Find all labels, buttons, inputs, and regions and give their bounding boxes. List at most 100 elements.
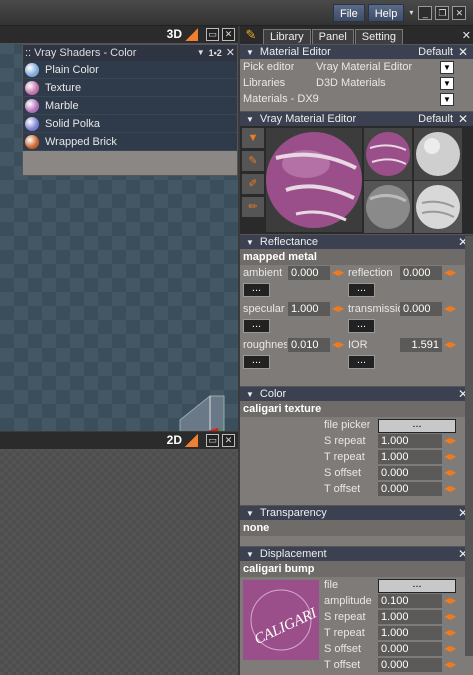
reflection-value[interactable]: 0.000: [400, 266, 442, 280]
pick-icon[interactable]: ✎: [242, 151, 264, 171]
reflection-spinner-icon[interactable]: ◀▶: [444, 266, 456, 279]
material-preview-thumb[interactable]: [414, 181, 462, 233]
libraries-label: Libraries: [243, 77, 286, 89]
ior-spinner-icon[interactable]: ◀▶: [444, 338, 456, 351]
material-editor-close-icon[interactable]: ✕: [458, 45, 468, 60]
vray-editor-header[interactable]: ▼ Vray Material Editor Default ✕: [240, 111, 473, 126]
shader-list-item[interactable]: Marble: [23, 97, 237, 115]
t-offset-spinner-icon[interactable]: ◀▶: [444, 482, 456, 495]
shader-list-item[interactable]: Plain Color: [23, 61, 237, 79]
shader-panel-title[interactable]: :: Vray Shaders - Color ▼ 1•2 ✕: [23, 45, 237, 61]
t-repeat-spinner-icon[interactable]: ◀▶: [444, 450, 456, 463]
displacement-header[interactable]: ▼ Displacement ✕: [240, 546, 473, 561]
vray-editor-close-icon[interactable]: ✕: [458, 112, 468, 127]
s-repeat-spinner-icon[interactable]: ◀▶: [444, 434, 456, 447]
shader-list-item[interactable]: Texture: [23, 79, 237, 97]
tab-setting[interactable]: Setting: [354, 29, 404, 44]
viewport-2d[interactable]: 2D ▭ ✕: [0, 432, 238, 675]
shader-list-item[interactable]: Solid Polka: [23, 115, 237, 133]
tool-icon[interactable]: ✎: [240, 26, 262, 44]
s-repeat-value[interactable]: 1.000: [378, 434, 442, 448]
libraries-dropdown-icon[interactable]: ▼: [440, 77, 454, 90]
shader-list-item[interactable]: Wrapped Brick: [23, 133, 237, 151]
displacement-file-button[interactable]: ...: [378, 579, 456, 593]
tabs-close-icon[interactable]: ✕: [462, 29, 471, 42]
viewport-3d-close-button[interactable]: ✕: [222, 28, 235, 41]
material-editor-mode[interactable]: Default: [418, 45, 453, 60]
reflection-map-button[interactable]: ...: [348, 283, 375, 297]
ior-value[interactable]: 1.591: [400, 338, 442, 352]
roughness-map-button[interactable]: ...: [243, 355, 270, 369]
specular-spinner-icon[interactable]: ◀▶: [332, 302, 344, 315]
vray-editor-mode[interactable]: Default: [418, 112, 453, 127]
viewport-2d-maximize-button[interactable]: ▭: [206, 434, 219, 447]
color-title: Color: [259, 388, 287, 400]
shader-panel-close-icon[interactable]: ✕: [226, 45, 235, 61]
viewport-corner-icon[interactable]: [185, 28, 198, 41]
reflectance-header[interactable]: ▼ Reflectance ✕: [240, 234, 473, 249]
transmission-spinner-icon[interactable]: ◀▶: [444, 302, 456, 315]
material-set-value[interactable]: Materials - DX9: [243, 93, 319, 105]
viewport-3d[interactable]: 3D ▭ ✕ :: Vray Shaders - Color ▼ 1•2 ✕ P…: [0, 26, 238, 431]
ambient-map-button[interactable]: ...: [243, 283, 270, 297]
tab-library[interactable]: Library: [263, 29, 311, 44]
transmission-map-button[interactable]: ...: [348, 319, 375, 333]
file-menu[interactable]: File: [333, 4, 365, 22]
shader-item-label: Solid Polka: [45, 117, 101, 130]
roughness-value[interactable]: 0.010: [288, 338, 330, 352]
main-material-preview[interactable]: [266, 128, 362, 232]
transmission-label: transmissio: [348, 303, 400, 315]
shader-panel-badge[interactable]: 1•2: [209, 45, 222, 61]
t-repeat-value[interactable]: 1.000: [378, 450, 442, 464]
disp-t-repeat-spinner-icon[interactable]: ◀▶: [444, 626, 456, 639]
disp-s-repeat-value[interactable]: 1.000: [378, 610, 442, 624]
eyedropper-icon[interactable]: ✐: [242, 174, 264, 194]
t-offset-value[interactable]: 0.000: [378, 482, 442, 496]
disp-t-offset-spinner-icon[interactable]: ◀▶: [444, 658, 456, 671]
disp-s-repeat-spinner-icon[interactable]: ◀▶: [444, 610, 456, 623]
help-menu[interactable]: Help: [367, 4, 405, 22]
material-preview-thumb[interactable]: [364, 181, 412, 233]
restore-window-button[interactable]: ❐: [435, 6, 450, 20]
disp-t-repeat-value[interactable]: 1.000: [378, 626, 442, 640]
pick-editor-value[interactable]: Vray Material Editor: [316, 61, 412, 73]
material-editor-header[interactable]: ▼ Material Editor Default ✕: [240, 44, 473, 59]
viewport-2d-close-button[interactable]: ✕: [222, 434, 235, 447]
minimize-window-button[interactable]: _: [418, 6, 433, 20]
ior-map-button[interactable]: ...: [348, 355, 375, 369]
close-window-button[interactable]: ✕: [452, 6, 467, 20]
viewport-corner-icon[interactable]: [185, 434, 198, 447]
menu-dropdown-icon[interactable]: ▾: [407, 6, 415, 20]
transparency-subtitle: none: [240, 520, 473, 536]
amplitude-spinner-icon[interactable]: ◀▶: [444, 594, 456, 607]
material-preview-area: ▼ ✎ ✐ ✏: [240, 126, 473, 234]
roughness-spinner-icon[interactable]: ◀▶: [332, 338, 344, 351]
ambient-value[interactable]: 0.000: [288, 266, 330, 280]
disp-s-offset-spinner-icon[interactable]: ◀▶: [444, 642, 456, 655]
disp-t-offset-value[interactable]: 0.000: [378, 658, 442, 672]
panel-scrollbar[interactable]: [465, 236, 473, 656]
libraries-value[interactable]: D3D Materials: [316, 77, 386, 89]
transmission-value[interactable]: 0.000: [400, 302, 442, 316]
disp-s-offset-value[interactable]: 0.000: [378, 642, 442, 656]
file-picker-button[interactable]: ...: [378, 419, 456, 433]
material-preview-thumb[interactable]: [414, 128, 462, 180]
dropdown-arrow-icon[interactable]: ▼: [197, 45, 205, 61]
specular-value[interactable]: 1.000: [288, 302, 330, 316]
brush-icon[interactable]: ✏: [242, 197, 264, 217]
bucket-icon[interactable]: ▼: [242, 128, 264, 148]
material-set-dropdown-icon[interactable]: ▼: [440, 93, 454, 106]
viewport-3d-maximize-button[interactable]: ▭: [206, 28, 219, 41]
s-offset-value[interactable]: 0.000: [378, 466, 442, 480]
color-header[interactable]: ▼ Color ✕: [240, 386, 473, 401]
ambient-spinner-icon[interactable]: ◀▶: [332, 266, 344, 279]
transparency-header[interactable]: ▼ Transparency ✕: [240, 505, 473, 520]
pick-editor-dropdown-icon[interactable]: ▼: [440, 61, 454, 74]
s-offset-spinner-icon[interactable]: ◀▶: [444, 466, 456, 479]
shader-item-label: Texture: [45, 81, 82, 94]
tab-panel[interactable]: Panel: [311, 29, 354, 44]
material-editor-title: Material Editor: [259, 46, 331, 58]
specular-map-button[interactable]: ...: [243, 319, 270, 333]
amplitude-value[interactable]: 0.100: [378, 594, 442, 608]
material-preview-thumb[interactable]: [364, 128, 412, 180]
